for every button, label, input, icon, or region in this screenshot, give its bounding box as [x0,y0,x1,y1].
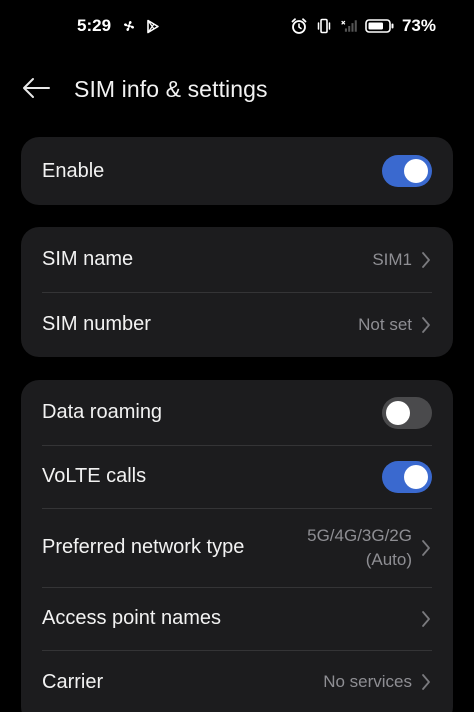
enable-label: Enable [42,159,105,182]
network-type-value-line2: (Auto) [365,549,412,569]
apn-row[interactable]: Access point names [21,587,453,650]
alarm-icon [290,17,308,35]
data-roaming-toggle[interactable] [382,396,432,429]
enable-row[interactable]: Enable [21,137,453,205]
carrier-value: No services [323,672,412,691]
chevron-right-icon [420,673,432,691]
toggle-knob [404,464,428,489]
volte-label: VoLTE calls [42,465,147,487]
chevron-right-icon [420,251,432,269]
chevron-right-icon [420,316,432,334]
battery-icon [365,17,395,35]
sim-number-value: Not set [358,314,412,334]
carrier-row[interactable]: Carrier No services [21,650,453,712]
carrier-label: Carrier [42,670,104,693]
sim-name-value: SIM1 [372,249,412,269]
vibrate-icon [315,17,333,35]
chevron-right-icon [420,610,432,628]
chevron-right-icon [420,539,432,557]
app-bar: SIM info & settings [0,62,474,114]
battery-percent: 73% [401,16,436,35]
sim-identity-card: SIM name SIM1 SIM number Not set [21,227,453,357]
no-signal-icon [340,17,358,35]
status-right-icons: 73% [290,16,436,36]
play-store-icon [144,17,162,35]
status-time: 5:29 [77,16,112,35]
sim-name-label: SIM name [42,248,134,270]
fan-icon [120,17,138,35]
toggle-knob [386,400,410,425]
status-bar: 5:29 73% [0,0,474,54]
volte-toggle[interactable] [382,460,432,493]
sim-name-row[interactable]: SIM name SIM1 [21,227,453,292]
apn-label: Access point names [42,607,221,629]
data-roaming-label: Data roaming [42,401,163,423]
volte-row[interactable]: VoLTE calls [21,445,453,508]
network-type-label: Preferred network type [42,536,245,558]
page-title: SIM info & settings [74,76,268,102]
arrow-left-icon [21,77,51,99]
sim-number-label: SIM number [42,313,151,335]
status-left-icons [120,17,162,35]
network-settings-card: Data roaming VoLTE calls Preferred netwo… [21,380,453,712]
network-type-row[interactable]: Preferred network type 5G/4G/3G/2G (Auto… [21,508,453,587]
network-type-value-line1: 5G/4G/3G/2G [307,525,412,545]
network-type-value: 5G/4G/3G/2G (Auto) [307,524,412,572]
enable-toggle[interactable] [382,155,432,187]
sim-number-row[interactable]: SIM number Not set [21,292,453,357]
toggle-knob [404,159,428,183]
data-roaming-row[interactable]: Data roaming [21,380,453,445]
back-button[interactable] [18,73,54,103]
enable-card: Enable [21,137,453,205]
